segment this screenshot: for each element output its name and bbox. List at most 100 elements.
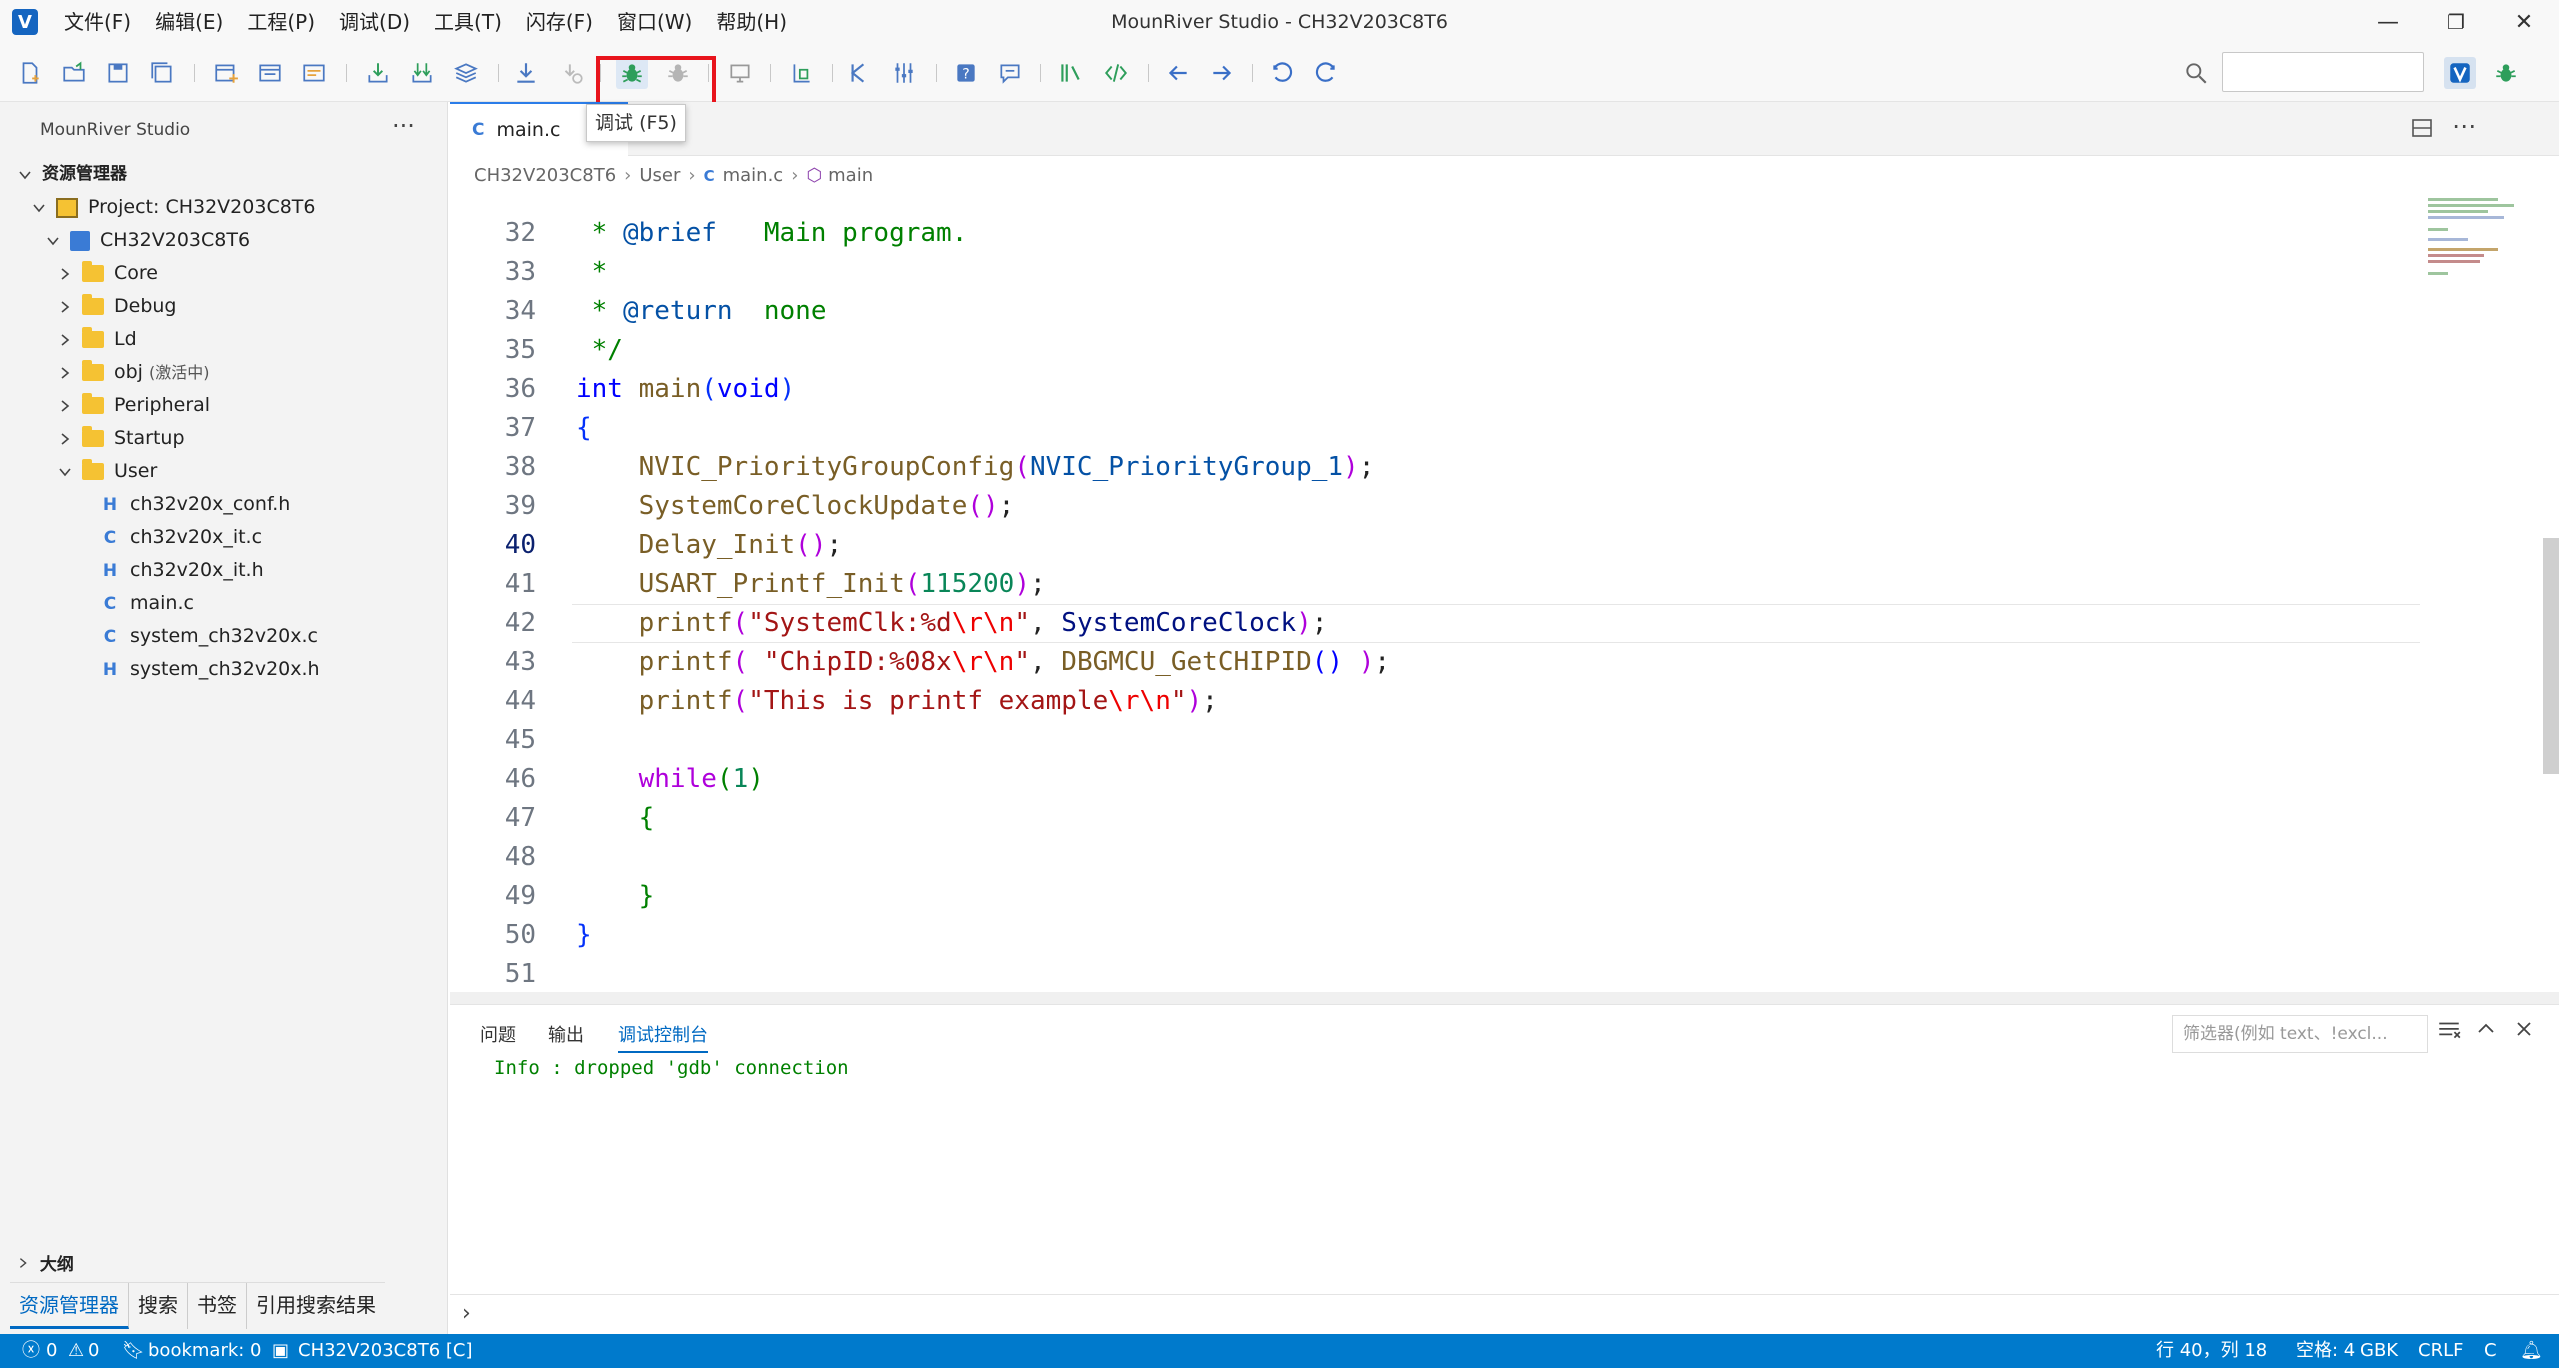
outline-section[interactable]: 大纲 — [16, 1250, 74, 1275]
debug-perspective-icon[interactable] — [2490, 57, 2522, 89]
new-project-icon[interactable] — [210, 57, 242, 89]
error-icon[interactable]: ⓧ — [22, 1334, 40, 1368]
status-project[interactable]: CH32V203C8T6 [C] — [298, 1334, 472, 1368]
save-icon[interactable] — [102, 57, 134, 89]
tree-folder-ld[interactable]: Ld — [56, 323, 137, 356]
close-panel-icon[interactable] — [2512, 1017, 2542, 1047]
tree-folder-core[interactable]: Core — [56, 257, 158, 290]
tree-file[interactable]: Cch32v20x_it.c — [100, 521, 262, 554]
tree-root[interactable]: CH32V203C8T6 — [44, 224, 250, 257]
tuning-icon[interactable] — [888, 57, 920, 89]
line-number: 40 — [504, 530, 536, 560]
breadcrumb-item[interactable]: CH32V203C8T6 — [474, 160, 616, 192]
code-icon[interactable] — [1100, 57, 1132, 89]
menu-debug[interactable]: 调试(D) — [327, 0, 422, 44]
tree-folder-peripheral[interactable]: Peripheral — [56, 389, 210, 422]
breadcrumb-item[interactable]: main.c — [723, 160, 784, 192]
mrs-perspective-icon[interactable] — [2444, 57, 2476, 89]
chip-config-icon[interactable] — [786, 57, 818, 89]
warning-count[interactable]: 0 — [88, 1334, 99, 1368]
close-button[interactable]: ✕ — [2490, 0, 2558, 44]
project-icon — [56, 197, 78, 218]
layers-icon[interactable] — [450, 57, 482, 89]
help-doc-icon[interactable]: ? — [950, 57, 982, 89]
tree-project[interactable]: Project: CH32V203C8T6 — [30, 191, 316, 224]
clear-console-icon[interactable] — [2436, 1017, 2466, 1047]
project-settings-icon[interactable] — [298, 57, 330, 89]
c-file-icon: C — [103, 593, 117, 614]
search-icon[interactable] — [2180, 57, 2212, 89]
language-mode[interactable]: C — [2484, 1334, 2497, 1368]
status-bar: ⓧ 0 ⚠ 0 🔖︎ bookmark: 0 ▣ CH32V203C8T6 [C… — [0, 1334, 2559, 1368]
more-actions-icon[interactable]: ··· — [392, 112, 415, 140]
chat-icon[interactable] — [994, 57, 1026, 89]
open-project-icon[interactable] — [254, 57, 286, 89]
restore-button[interactable]: ❐ — [2422, 0, 2490, 44]
explorer-section[interactable]: 资源管理器 — [16, 158, 127, 191]
breadcrumb-item[interactable]: main — [828, 160, 873, 192]
tab-references[interactable]: 引用搜索结果 — [247, 1283, 385, 1329]
tab-explorer[interactable]: 资源管理器 — [10, 1283, 129, 1329]
minimap[interactable] — [2424, 192, 2544, 302]
tree-folder-user[interactable]: User — [56, 455, 157, 488]
bookmark-count[interactable]: bookmark: 0 — [148, 1334, 262, 1368]
tree-folder-debug[interactable]: Debug — [56, 290, 176, 323]
bookmark-icon[interactable]: 🔖︎ — [122, 1334, 145, 1368]
rebuild-icon[interactable] — [406, 57, 438, 89]
breadcrumb-item[interactable]: User — [639, 160, 680, 192]
tree-folder-startup[interactable]: Startup — [56, 422, 185, 455]
tree-file[interactable]: Cmain.c — [100, 587, 194, 620]
maximize-panel-icon[interactable] — [2474, 1017, 2504, 1047]
editor-scrollbar[interactable] — [2543, 538, 2559, 774]
console-input[interactable]: › — [450, 1294, 2559, 1334]
tab-output[interactable]: 输出 — [548, 1021, 584, 1047]
tab-bookmarks[interactable]: 书签 — [188, 1283, 247, 1329]
indent-setting[interactable]: 空格: 4 — [2296, 1334, 2355, 1368]
cursor-position[interactable]: 行 40，列 18 — [2156, 1334, 2267, 1368]
menu-window[interactable]: 窗口(W) — [605, 0, 704, 44]
menu-tools[interactable]: 工具(T) — [422, 0, 514, 44]
redo-icon[interactable] — [1310, 57, 1342, 89]
undo-icon[interactable] — [1266, 57, 1298, 89]
download-icon[interactable] — [510, 57, 542, 89]
toolbar-search-input[interactable] — [2222, 52, 2424, 92]
minimize-button[interactable]: — — [2354, 0, 2422, 44]
forward-arrow-icon[interactable] — [1206, 57, 1238, 89]
open-folder-icon[interactable] — [58, 57, 90, 89]
line-number: 41 — [504, 569, 536, 599]
build-icon[interactable] — [362, 57, 394, 89]
line-number: 45 — [504, 725, 536, 755]
line-ending[interactable]: CRLF — [2418, 1334, 2463, 1368]
k-tool-icon[interactable] — [842, 57, 874, 89]
notifications-icon[interactable]: 🔔︎ — [2520, 1334, 2543, 1368]
format-icon[interactable] — [1054, 57, 1086, 89]
save-all-icon[interactable] — [146, 57, 178, 89]
tab-search[interactable]: 搜索 — [129, 1283, 188, 1329]
warning-icon[interactable]: ⚠ — [68, 1334, 84, 1368]
panel-divider[interactable] — [450, 992, 2559, 1004]
tree-file[interactable]: Hch32v20x_it.h — [100, 554, 264, 587]
back-arrow-icon[interactable] — [1162, 57, 1194, 89]
tab-problems[interactable]: 问题 — [480, 1021, 516, 1047]
chevron-right-icon — [56, 397, 74, 415]
menu-file[interactable]: 文件(F) — [52, 0, 143, 44]
tab-debug-console[interactable]: 调试控制台 — [618, 1021, 708, 1053]
new-file-icon[interactable] — [14, 57, 46, 89]
tree-file[interactable]: Hsystem_ch32v20x.h — [100, 653, 320, 686]
menu-edit[interactable]: 编辑(E) — [143, 0, 235, 44]
tree-folder-obj[interactable]: obj (激活中) — [56, 356, 209, 389]
tree-file[interactable]: Hch32v20x_conf.h — [100, 488, 290, 521]
monitor-icon[interactable] — [724, 57, 756, 89]
split-editor-icon[interactable] — [2410, 116, 2436, 142]
menu-flash[interactable]: 闪存(F) — [514, 0, 605, 44]
tree-file[interactable]: Csystem_ch32v20x.c — [100, 620, 318, 653]
console-filter-input[interactable]: 筛选器(例如 text、!excl... — [2172, 1015, 2428, 1053]
encoding[interactable]: GBK — [2360, 1334, 2398, 1368]
code-editor[interactable]: 32 * @brief Main program. 33 * 34 * @ret… — [450, 194, 2420, 988]
menu-project[interactable]: 工程(P) — [235, 0, 327, 44]
tree-label: Core — [114, 262, 158, 284]
more-actions-icon[interactable]: ⋯ — [2452, 112, 2476, 140]
menu-help[interactable]: 帮助(H) — [704, 0, 799, 44]
app-logo-icon: V — [12, 9, 38, 35]
error-count[interactable]: 0 — [46, 1334, 57, 1368]
